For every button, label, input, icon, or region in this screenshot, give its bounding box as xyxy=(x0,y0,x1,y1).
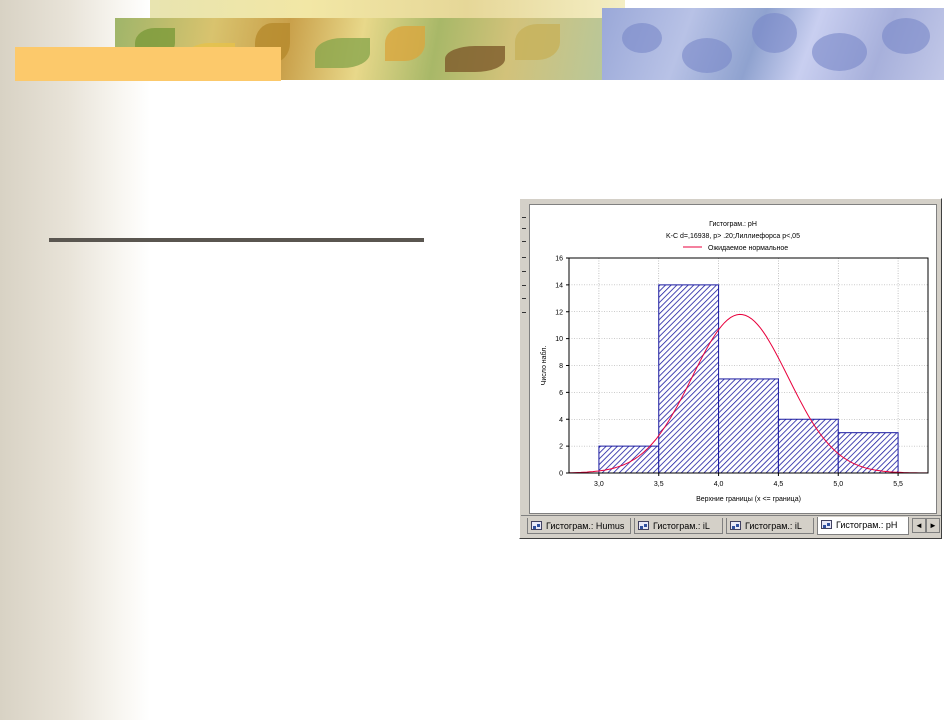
left-panel-edge xyxy=(520,199,528,517)
y-tick-label: 4 xyxy=(559,417,563,424)
y-tick-label: 8 xyxy=(559,363,563,370)
banner-top-strip xyxy=(150,0,625,20)
x-tick-label: 4,5 xyxy=(774,481,784,488)
chart-title: Гистограм.: pH xyxy=(709,221,757,228)
tab-label: Гистограм.: iL xyxy=(653,521,710,531)
tab-label: Гистограм.: pH xyxy=(836,520,898,530)
chart-icon xyxy=(638,521,649,530)
scroll-right-button[interactable]: ► xyxy=(926,518,940,533)
flower-banner-image xyxy=(602,8,944,80)
y-tick-label: 14 xyxy=(555,282,563,289)
statistica-window: Гистограм.: pH K-C d=,16938, p> .20;Лилл… xyxy=(519,198,942,539)
x-tick-label: 3,5 xyxy=(654,481,664,488)
tab-label: Гистограм.: Humus xyxy=(546,521,625,531)
left-gradient-panel xyxy=(0,0,150,720)
x-tick-label: 4,0 xyxy=(714,481,724,488)
chart-icon xyxy=(730,521,741,530)
y-tick-label: 16 xyxy=(555,256,563,263)
orange-accent-bar xyxy=(15,47,281,81)
histogram-bar xyxy=(718,378,779,474)
chart-svg: Гистограм.: pH K-C d=,16938, p> .20;Лилл… xyxy=(540,221,929,503)
histogram-bar xyxy=(837,432,899,474)
x-tick-label: 5,0 xyxy=(833,481,843,488)
x-tick-label: 3,0 xyxy=(594,481,604,488)
y-tick-label: 0 xyxy=(559,471,563,478)
chart-icon xyxy=(821,520,832,529)
tab-label: Гистограм.: iL xyxy=(745,521,802,531)
y-axis-label: Число набл. xyxy=(540,346,548,386)
y-tick-label: 6 xyxy=(559,390,563,397)
histogram-chart: Гистограм.: pH K-C d=,16938, p> .20;Лилл… xyxy=(529,204,937,514)
tab-histogram-il-1[interactable]: Гистограм.: iL xyxy=(634,518,723,534)
tab-histogram-humus[interactable]: Гистограм.: Humus xyxy=(527,518,631,534)
y-tick-label: 12 xyxy=(555,309,563,316)
x-axis-label: Верхние границы (x <= граница) xyxy=(696,496,801,503)
y-tick-label: 10 xyxy=(555,336,563,343)
scroll-left-button[interactable]: ◄ xyxy=(912,518,926,533)
histogram-bar xyxy=(777,418,839,474)
tab-histogram-il-2[interactable]: Гистограм.: iL xyxy=(726,518,814,534)
histogram-bar xyxy=(598,445,660,474)
x-tick-label: 5,5 xyxy=(893,481,903,488)
chart-subtitle: K-C d=,16938, p> .20;Лиллиефорса p<,05 xyxy=(666,233,800,240)
histogram-bar xyxy=(658,284,720,474)
tab-histogram-ph[interactable]: Гистограм.: pH xyxy=(817,517,909,535)
y-tick-label: 2 xyxy=(559,444,563,451)
title-underline xyxy=(49,238,424,242)
legend-label: Ожидаемое нормальное xyxy=(708,245,788,252)
chart-icon xyxy=(531,521,542,530)
sheet-tab-bar: Гистограм.: Humus Гистограм.: iL Гистогр… xyxy=(521,515,941,538)
